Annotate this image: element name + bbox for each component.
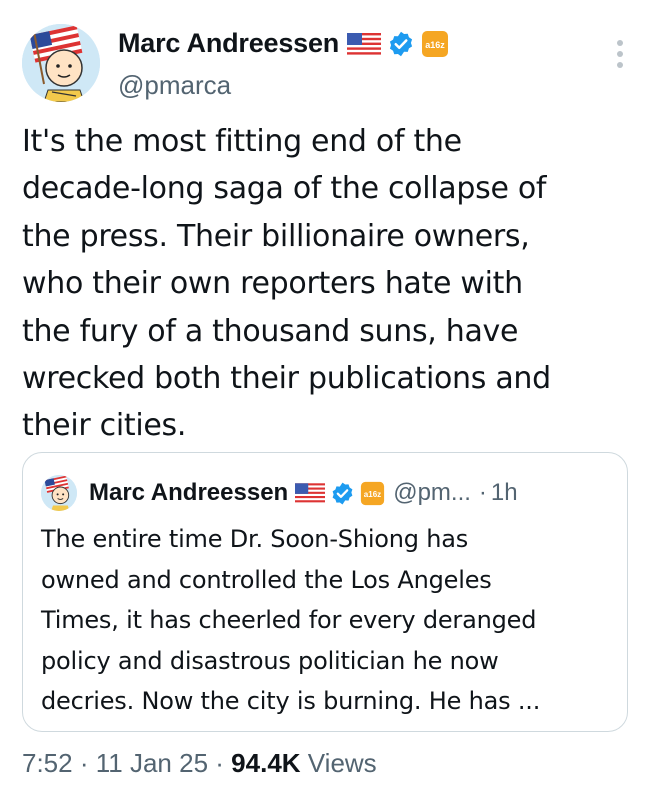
tweet-metadata: 7:52 · 11 Jan 25 · 94.4K Views: [22, 748, 377, 779]
more-options-icon[interactable]: [615, 40, 625, 76]
tweet-line: decade-long saga of the collapse of: [22, 171, 547, 207]
quoted-avatar-illustration: [41, 475, 77, 511]
quoted-author-name[interactable]: Marc Andreessen: [89, 479, 288, 507]
avatar-illustration: [22, 24, 100, 102]
svg-text:a16z: a16z: [425, 40, 445, 50]
tweet-line: who their own reporters hate with: [22, 266, 523, 302]
author-avatar[interactable]: [22, 24, 100, 102]
tweet-line: their cities.: [22, 408, 187, 444]
tweet-date[interactable]: 11 Jan 25: [96, 748, 208, 778]
verified-badge-icon[interactable]: [387, 30, 415, 58]
tweet-line: wrecked both their publications and: [22, 361, 551, 397]
quoted-tweet-text: The entire time Dr. Soon-Shiong has owne…: [41, 519, 621, 722]
quoted-timestamp[interactable]: 1h: [491, 479, 518, 507]
quoted-tweet-card[interactable]: Marc Andreessen a16z @pm... · 1h The ent…: [22, 452, 628, 732]
a16z-affiliate-icon[interactable]: a16z: [421, 30, 449, 58]
svg-text:a16z: a16z: [364, 490, 381, 499]
a16z-affiliate-icon[interactable]: a16z: [360, 481, 385, 506]
meta-separator: ·: [79, 748, 89, 778]
quoted-time-separator: ·: [478, 479, 487, 506]
views-label[interactable]: Views: [308, 748, 377, 778]
author-name-line: Marc Andreessen a16z: [118, 28, 449, 59]
author-name[interactable]: Marc Andreessen: [118, 28, 339, 59]
tweet-text: It's the most fitting end of the decade-…: [22, 118, 632, 450]
tweet-header: Marc Andreessen a16z @pmarca: [22, 24, 627, 104]
verified-badge-icon[interactable]: [330, 481, 355, 506]
quoted-author-avatar[interactable]: [41, 475, 77, 511]
quoted-tweet-header: Marc Andreessen a16z @pm... · 1h: [41, 475, 518, 511]
us-flag-icon: [347, 32, 382, 55]
tweet-line: It's the most fitting end of the: [22, 124, 462, 159]
us-flag-icon: [295, 483, 326, 503]
meta-separator: ·: [215, 748, 224, 778]
quoted-author-handle[interactable]: @pm...: [393, 479, 471, 507]
tweet-line: the press. Their billionaire owners,: [22, 218, 530, 254]
quoted-line: The entire time Dr. Soon-Shiong has: [41, 525, 469, 553]
author-handle[interactable]: @pmarca: [118, 70, 231, 101]
quoted-line: policy and disastrous politician he now: [41, 646, 499, 675]
quoted-line: decries. Now the city is burning. He has…: [41, 687, 541, 716]
quoted-line: owned and controlled the Los Angeles: [41, 565, 492, 594]
quoted-line: Times, it has cheerled for every derange…: [41, 606, 537, 635]
views-count[interactable]: 94.4K: [231, 748, 300, 778]
tweet-time[interactable]: 7:52: [22, 748, 73, 778]
tweet-line: the fury of a thousand suns, have: [22, 313, 519, 349]
